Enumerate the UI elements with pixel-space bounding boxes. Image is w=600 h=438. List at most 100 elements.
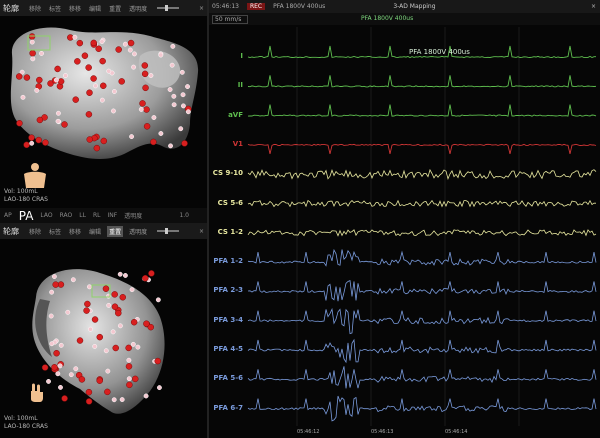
- rec-badge[interactable]: REC: [246, 3, 266, 10]
- ep-recording-window: 05:46:13 REC PFA 1800V 400us 3-AD Mappin…: [209, 0, 600, 438]
- view-ap-button[interactable]: AP: [4, 212, 12, 219]
- view-ll-button[interactable]: LL: [79, 212, 86, 219]
- tag-point: [49, 341, 55, 347]
- ablation-point: [23, 141, 30, 149]
- tag-point: [99, 97, 105, 103]
- waveform-trace: [247, 338, 597, 364]
- tag-point: [171, 102, 177, 108]
- tag-point: [51, 274, 57, 279]
- toolbar-edit-button[interactable]: 编辑: [87, 3, 103, 14]
- tag-point: [30, 56, 36, 62]
- ablation-point: [35, 136, 42, 144]
- channel-label[interactable]: V1: [211, 140, 243, 148]
- ablation-point: [139, 100, 146, 107]
- volume-text: Vol: 100mL: [4, 188, 38, 195]
- tag-point: [73, 366, 79, 372]
- channel-label[interactable]: CS 9-10: [211, 169, 243, 177]
- volume-text: Vol: 100mL: [4, 415, 38, 422]
- view-rl-button[interactable]: RL: [93, 212, 101, 219]
- ablation-point: [81, 52, 89, 59]
- tag-point: [55, 118, 61, 124]
- channel-label[interactable]: PFA 5-6: [211, 374, 243, 382]
- ablation-point: [16, 119, 23, 127]
- tag-point: [158, 131, 164, 136]
- ablation-point: [99, 57, 106, 65]
- tag-point: [122, 41, 128, 47]
- waveform-trace: [247, 168, 597, 180]
- toolbar-reset-button[interactable]: 重置: [107, 3, 123, 14]
- tag-point: [156, 385, 162, 391]
- close-icon[interactable]: ×: [591, 3, 596, 10]
- tag-point: [148, 73, 154, 78]
- tag-point: [185, 109, 191, 115]
- opacity-slider[interactable]: [157, 5, 180, 11]
- ablation-point: [181, 140, 188, 147]
- toolbar-label-button[interactable]: 标签: [47, 3, 63, 14]
- view-angle-text: LAO-180 CRAS: [4, 423, 48, 430]
- channel-label[interactable]: CS 1-2: [211, 228, 243, 236]
- view-pa-button[interactable]: PA: [19, 209, 34, 223]
- tag-point: [53, 77, 59, 83]
- heart-model-bottom[interactable]: [0, 239, 207, 438]
- channel-label[interactable]: PFA 4-5: [211, 345, 243, 353]
- toolbar-opacity-label: 透明度: [129, 228, 148, 236]
- toolbar-label-button[interactable]: 标签: [47, 226, 63, 237]
- sweep-speed-select[interactable]: 50 mm/s: [212, 15, 249, 24]
- channel-label[interactable]: II: [211, 81, 243, 89]
- tag-point: [135, 344, 141, 350]
- channel-label[interactable]: PFA 6-7: [211, 404, 243, 412]
- tag-point: [58, 384, 63, 390]
- tag-point: [48, 313, 54, 319]
- toolbar-reset-button[interactable]: 重置: [107, 225, 124, 237]
- view-lao-button[interactable]: LAO: [40, 212, 52, 219]
- map-panel-top[interactable]: 轮廓 移除 标签 移移 编辑 重置 透明度 × Vol: 100mL LAO-1…: [0, 0, 207, 208]
- tag-point: [151, 115, 157, 120]
- ablation-point: [85, 398, 93, 405]
- toolbar-move-button[interactable]: 移移: [67, 3, 83, 14]
- time-label: 05:46:14: [445, 429, 468, 435]
- channel-label[interactable]: PFA 1-2: [211, 257, 243, 265]
- ablation-point: [125, 344, 132, 352]
- ablation-point: [42, 139, 49, 146]
- tag-point: [55, 371, 61, 377]
- ablation-point: [61, 121, 68, 128]
- channel-label[interactable]: CS 5-6: [211, 199, 243, 207]
- view-rao-button[interactable]: RAO: [60, 212, 73, 219]
- channel-label[interactable]: PFA 2-3: [211, 286, 243, 294]
- ablation-point: [28, 134, 35, 141]
- ablation-point: [112, 344, 119, 352]
- tag-point: [20, 94, 26, 100]
- time-label: 05:46:13: [371, 429, 394, 435]
- channel-label[interactable]: aVF: [211, 111, 243, 119]
- waveform-trace: [247, 280, 597, 302]
- tag-point: [122, 273, 128, 278]
- ablation-point: [29, 49, 36, 57]
- ablation-point: [86, 89, 93, 96]
- channel-label[interactable]: PFA 3-4: [211, 316, 243, 324]
- ablation-point: [90, 39, 97, 47]
- map-panel-bottom[interactable]: 轮廓 移除 标签 移移 编辑 重置 透明度 × Vol: 100mL LAO-1…: [0, 223, 207, 438]
- ablation-point: [130, 318, 138, 326]
- tag-point: [111, 397, 117, 403]
- ablation-point: [142, 274, 149, 282]
- ablation-point: [148, 270, 155, 277]
- opacity-slider[interactable]: [157, 228, 180, 234]
- ablation-point: [127, 39, 135, 47]
- toolbar-remove-button[interactable]: 移除: [27, 3, 43, 14]
- ablation-point: [72, 96, 79, 103]
- toolbar-move-button[interactable]: 移移: [67, 226, 83, 237]
- view-inf-button[interactable]: INF: [107, 212, 117, 219]
- ablation-point: [85, 111, 93, 118]
- tag-point: [34, 87, 40, 93]
- tag-point: [86, 284, 92, 290]
- close-icon[interactable]: ×: [199, 228, 204, 235]
- ablation-point: [53, 349, 60, 357]
- toolbar-edit-button[interactable]: 编辑: [87, 226, 103, 237]
- ablation-point: [132, 375, 139, 383]
- channel-label[interactable]: I: [211, 52, 243, 60]
- close-icon[interactable]: ×: [199, 5, 204, 12]
- tag-point: [29, 140, 35, 146]
- ablation-point: [86, 136, 93, 143]
- tag-point: [106, 302, 112, 308]
- toolbar-remove-button[interactable]: 移除: [27, 226, 43, 237]
